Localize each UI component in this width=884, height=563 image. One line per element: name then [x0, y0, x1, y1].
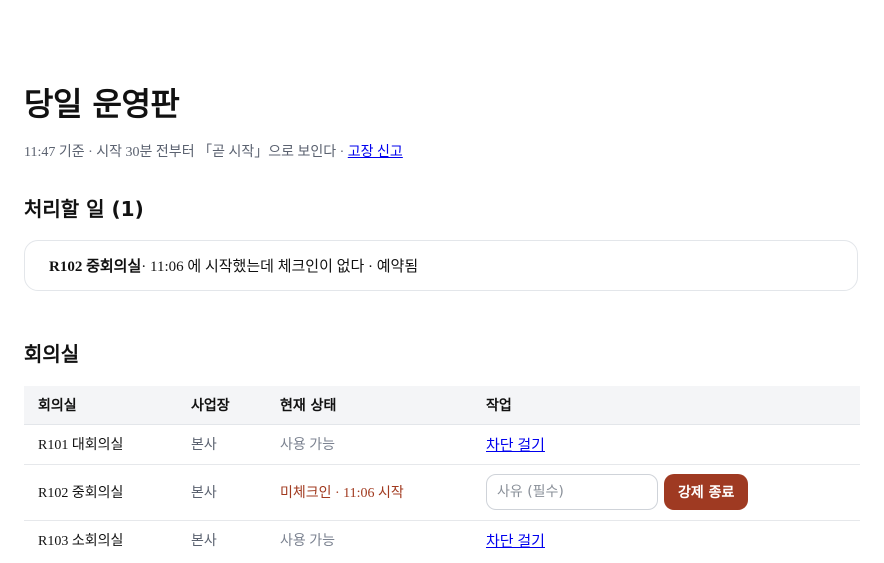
block-room-link[interactable]: 차단 걸기 [486, 438, 545, 454]
room-name: R101 대회의실 [24, 424, 177, 465]
todo-item-detail: · 11:06 에 시작했는데 체크인이 없다 · 예약됨 [141, 259, 419, 275]
room-status: 미체크인 · 11:06 시작 [266, 464, 472, 521]
room-name: R102 중회의실 [24, 464, 177, 521]
meta-text: 11:47 기준 · 시작 30분 전부터 「곧 시작」으로 보인다 · [24, 145, 348, 160]
room-name: R103 소회의실 [38, 534, 124, 550]
col-header-room: 회의실 [24, 386, 177, 425]
report-issue-link[interactable]: 고장 신고 [348, 145, 403, 160]
page-title: 당일 운영판 [24, 85, 180, 123]
room-status: 사용 가능 [280, 534, 336, 550]
col-header-action: 작업 [472, 386, 860, 425]
room-site: 본사 [191, 534, 217, 550]
rooms-section-title: 회의실 [24, 342, 80, 366]
force-end-button[interactable]: 강제 종료 [664, 474, 749, 510]
room-site: 본사 [177, 424, 266, 465]
room-status: 사용 가능 [266, 424, 472, 465]
todo-item-room: R102 중회의실 [49, 259, 142, 275]
table-header-row: 회의실 사업장 현재 상태 작업 [24, 386, 860, 425]
todo-item: R102 중회의실 · 11:06 에 시작했는데 체크인이 없다 · 예약됨 [24, 240, 858, 291]
todo-section-title: 처리할 일 (1) [24, 197, 144, 221]
table-row: R103 소회의실 본사 사용 가능 차단 걸기 [24, 520, 860, 560]
rooms-table: 회의실 사업장 현재 상태 작업 R101 대회의실 본사 사용 가능 차단 걸… [24, 386, 860, 560]
col-header-status: 현재 상태 [266, 386, 472, 425]
reason-input[interactable] [486, 474, 658, 510]
col-header-site: 사업장 [177, 386, 266, 425]
block-room-link[interactable]: 차단 걸기 [486, 534, 545, 550]
room-site: 본사 [177, 464, 266, 521]
table-row: R101 대회의실 본사 사용 가능 차단 걸기 [24, 424, 860, 465]
page-meta: 11:47 기준 · 시작 30분 전부터 「곧 시작」으로 보인다 · 고장 … [24, 144, 403, 162]
table-row: R102 중회의실 본사 미체크인 · 11:06 시작 강제 종료 [24, 464, 860, 521]
force-end-controls: 강제 종료 [486, 474, 860, 510]
